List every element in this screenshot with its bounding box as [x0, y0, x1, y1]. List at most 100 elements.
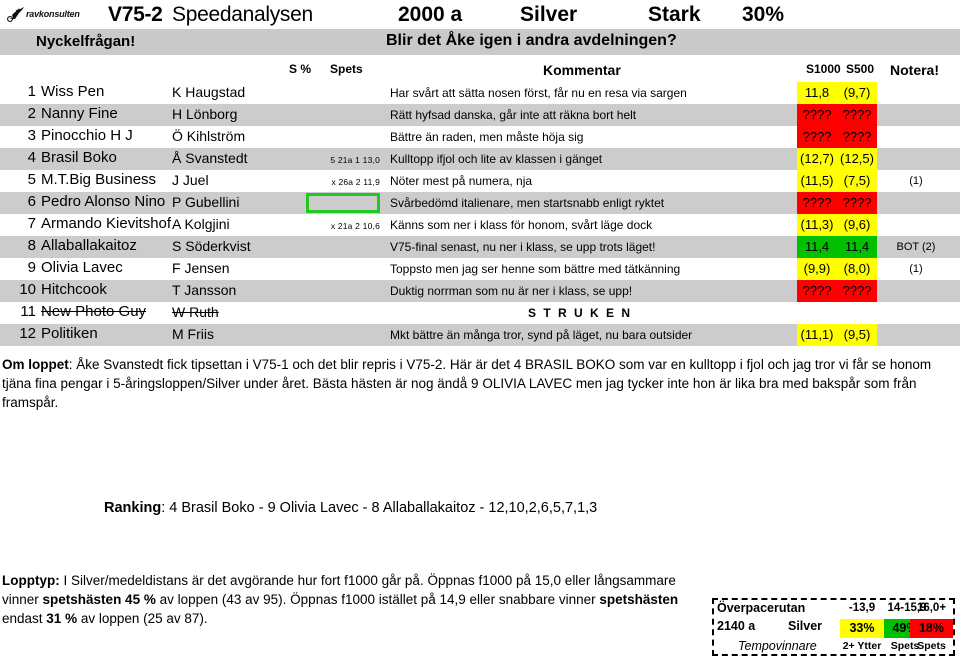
row-horse-name: New Photo Guy	[41, 303, 147, 320]
logo-wordmark: ravkonsulten	[26, 9, 80, 19]
row-start-number: 3	[27, 127, 36, 144]
row-comment: Duktig norrman som nu är ner i klass, se…	[390, 284, 633, 298]
row-comment: Känns som ner i klass för honom, svårt l…	[390, 218, 653, 232]
row-driver-name: M Friis	[172, 326, 214, 342]
lopptyp-bold1: spetshästen 45 %	[42, 592, 156, 607]
row-start-number: 1	[27, 83, 36, 100]
row-horse-name: Brasil Boko	[41, 149, 117, 166]
row-start-number: 7	[27, 215, 36, 232]
row-driver-name: Å Svanstedt	[172, 150, 248, 166]
overpacerutan-title: Överpacerutan	[717, 601, 806, 615]
table-row[interactable]: 8 Allaballakaitoz S Söderkvist V75-final se…	[0, 236, 960, 258]
table-row[interactable]: 1 Wiss Pen K Haugstad Har svårt att sätta n…	[0, 82, 960, 104]
overpacerutan-value-2: 18%	[910, 619, 953, 638]
row-horse-name: Allaballakaitoz	[41, 237, 137, 254]
om-loppet-label: Om loppet	[2, 357, 69, 372]
row-start-number: 6	[27, 193, 36, 210]
row-driver-name: H Lönborg	[172, 106, 238, 122]
row-form-stat: x 26a 2 11,9	[331, 177, 380, 187]
table-row[interactable]: 3 Pinocchio H J Ö Kihlström Bättre än raden…	[0, 126, 960, 148]
row-form-stat: x 21a 2 10,6	[330, 221, 380, 231]
key-question-label: Nyckelfrågan!	[36, 33, 136, 50]
starters-table: 1 Wiss Pen K Haugstad Har svårt att sätta n…	[0, 82, 960, 346]
row-start-number: 5	[27, 171, 36, 188]
row-driver-name: S Söderkvist	[172, 238, 251, 254]
row-s500-value: (7,5)	[843, 173, 871, 188]
key-question-text: Blir det Åke igen i andra avdelningen?	[386, 32, 677, 49]
row-horse-name: Nanny Fine	[41, 105, 118, 122]
row-s1000-value: 11,8	[804, 85, 830, 100]
row-driver-name: Ö Kihlström	[172, 128, 246, 144]
table-row[interactable]: 5 M.T.Big Business J Juel x 26a 2 11,9 Nöter…	[0, 170, 960, 192]
table-row[interactable]: 11 New Photo Guy W Ruth S T R U K E N	[0, 302, 960, 324]
row-s1000-value: (9,9)	[803, 261, 831, 276]
analysis-name: Speedanalysen	[172, 3, 313, 26]
row-form-stat: 5 21a 1 13,0	[330, 155, 380, 165]
overpacerutan-value-0: 33%	[840, 619, 884, 638]
table-row[interactable]: 7 Armando Kievitshof A Kolgjini x 21a 2 10,…	[0, 214, 960, 236]
row-start-number: 4	[27, 149, 36, 166]
lopptyp-part3: endast	[2, 611, 47, 626]
horse-sulky-icon	[7, 7, 24, 22]
row-driver-name: F Jensen	[172, 260, 230, 276]
row-comment: Har svårt att sätta nosen först, får nu …	[390, 86, 687, 100]
overpacerutan-head-0: -13,9	[848, 602, 876, 614]
table-row[interactable]: 2 Nanny Fine H Lönborg Rätt hyfsad danska, …	[0, 104, 960, 126]
row-s1000-value: ????	[802, 195, 832, 210]
row-horse-name: Olivia Lavec	[41, 259, 123, 276]
row-note-value: (1)	[909, 263, 923, 275]
highlight-box	[306, 193, 380, 213]
row-s1000-value: (11,3)	[800, 217, 834, 232]
table-row[interactable]: 6 Pedro Alonso Nino P Gubellini Svårbedömd …	[0, 192, 960, 214]
ranking-text: : 4 Brasil Boko - 9 Olivia Lavec - 8 All…	[161, 500, 598, 516]
row-comment: V75-final senast, nu ner i klass, se upp…	[390, 240, 656, 254]
speedanalysen-page: ravkonsulten V75-2 Speedanalysen 2000 a …	[0, 0, 960, 661]
ranking-label: Ranking	[104, 500, 162, 516]
om-loppet-text: : Åke Svanstedt fick tipsettan i V75-1 o…	[2, 357, 932, 410]
row-driver-name: T Jansson	[172, 282, 237, 298]
row-driver-name: J Juel	[172, 172, 209, 188]
row-s1000-value: ????	[802, 283, 832, 298]
row-s500-value: ????	[842, 283, 872, 298]
overpacerutan-box: Överpacerutan -13,9 14-15,9 16,0+ 2140 a…	[712, 598, 955, 656]
race-strength: Stark	[648, 3, 701, 26]
row-horse-name: Politiken	[41, 325, 98, 342]
row-s1000-value: (11,5)	[800, 173, 834, 188]
row-note-value: BOT (2)	[896, 241, 936, 253]
row-s500-value: ????	[842, 107, 872, 122]
overpacerutan-footer-0: 2+ Ytter	[842, 640, 882, 652]
row-s500-value: (12,5)	[840, 151, 874, 166]
lopptyp-bold3: 31 %	[46, 611, 78, 626]
row-s1000-value: 11,4	[804, 239, 830, 254]
table-row[interactable]: 4 Brasil Boko Å Svanstedt 5 21a 1 13,0 Kullt…	[0, 148, 960, 170]
row-start-number: 11	[20, 303, 36, 320]
lopptyp-part2: av loppen (43 av 95). Öppnas f1000 istäl…	[155, 592, 600, 607]
row-s1000-value: ????	[802, 129, 832, 144]
ravkonsulten-logo: ravkonsulten	[4, 5, 100, 24]
page-title-row: ravkonsulten V75-2 Speedanalysen 2000 a …	[0, 0, 960, 29]
row-comment: Toppsto men jag ser henne som bättre med…	[390, 262, 681, 276]
row-s500-value: ????	[842, 195, 872, 210]
row-start-number: 12	[19, 325, 36, 342]
column-header-s-percent: S %	[289, 62, 312, 76]
row-driver-name: P Gubellini	[172, 194, 240, 210]
column-header-s500: S500	[846, 62, 875, 76]
lopptyp-bold2: spetshästen	[599, 592, 679, 607]
lopptyp-paragraph: Lopptyp: I Silver/medeldistans är det av…	[2, 571, 702, 628]
row-comment: Mkt bättre än många tror, synd på läget,…	[390, 328, 693, 342]
row-comment: Bättre än raden, men måste höja sig	[390, 130, 584, 144]
row-comment: Kulltopp ifjol och lite av klassen i gän…	[390, 152, 603, 166]
overpacerutan-footer-row: Tempovinnare 2+ Ytter Spets Spets	[714, 638, 953, 657]
race-code: V75-2	[108, 3, 163, 26]
row-comment: S T R U K E N	[527, 306, 632, 320]
lopptyp-label: Lopptyp:	[2, 573, 60, 588]
overpacerutan-value-row: 2140 a Silver 33% 49% 18%	[714, 619, 953, 638]
table-row[interactable]: 9 Olivia Lavec F Jensen Toppsto men jag ser…	[0, 258, 960, 280]
row-horse-name: Pedro Alonso Nino	[41, 193, 166, 210]
table-row[interactable]: 12 Politiken M Friis Mkt bättre än många tr…	[0, 324, 960, 346]
table-row[interactable]: 10 Hitchcook T Jansson Duktig norrman som n…	[0, 280, 960, 302]
row-horse-name: Wiss Pen	[41, 83, 105, 100]
lopptyp-part4: av loppen (25 av 87).	[77, 611, 208, 626]
race-percent: 30%	[742, 3, 785, 26]
row-s500-value: (9,7)	[843, 85, 871, 100]
